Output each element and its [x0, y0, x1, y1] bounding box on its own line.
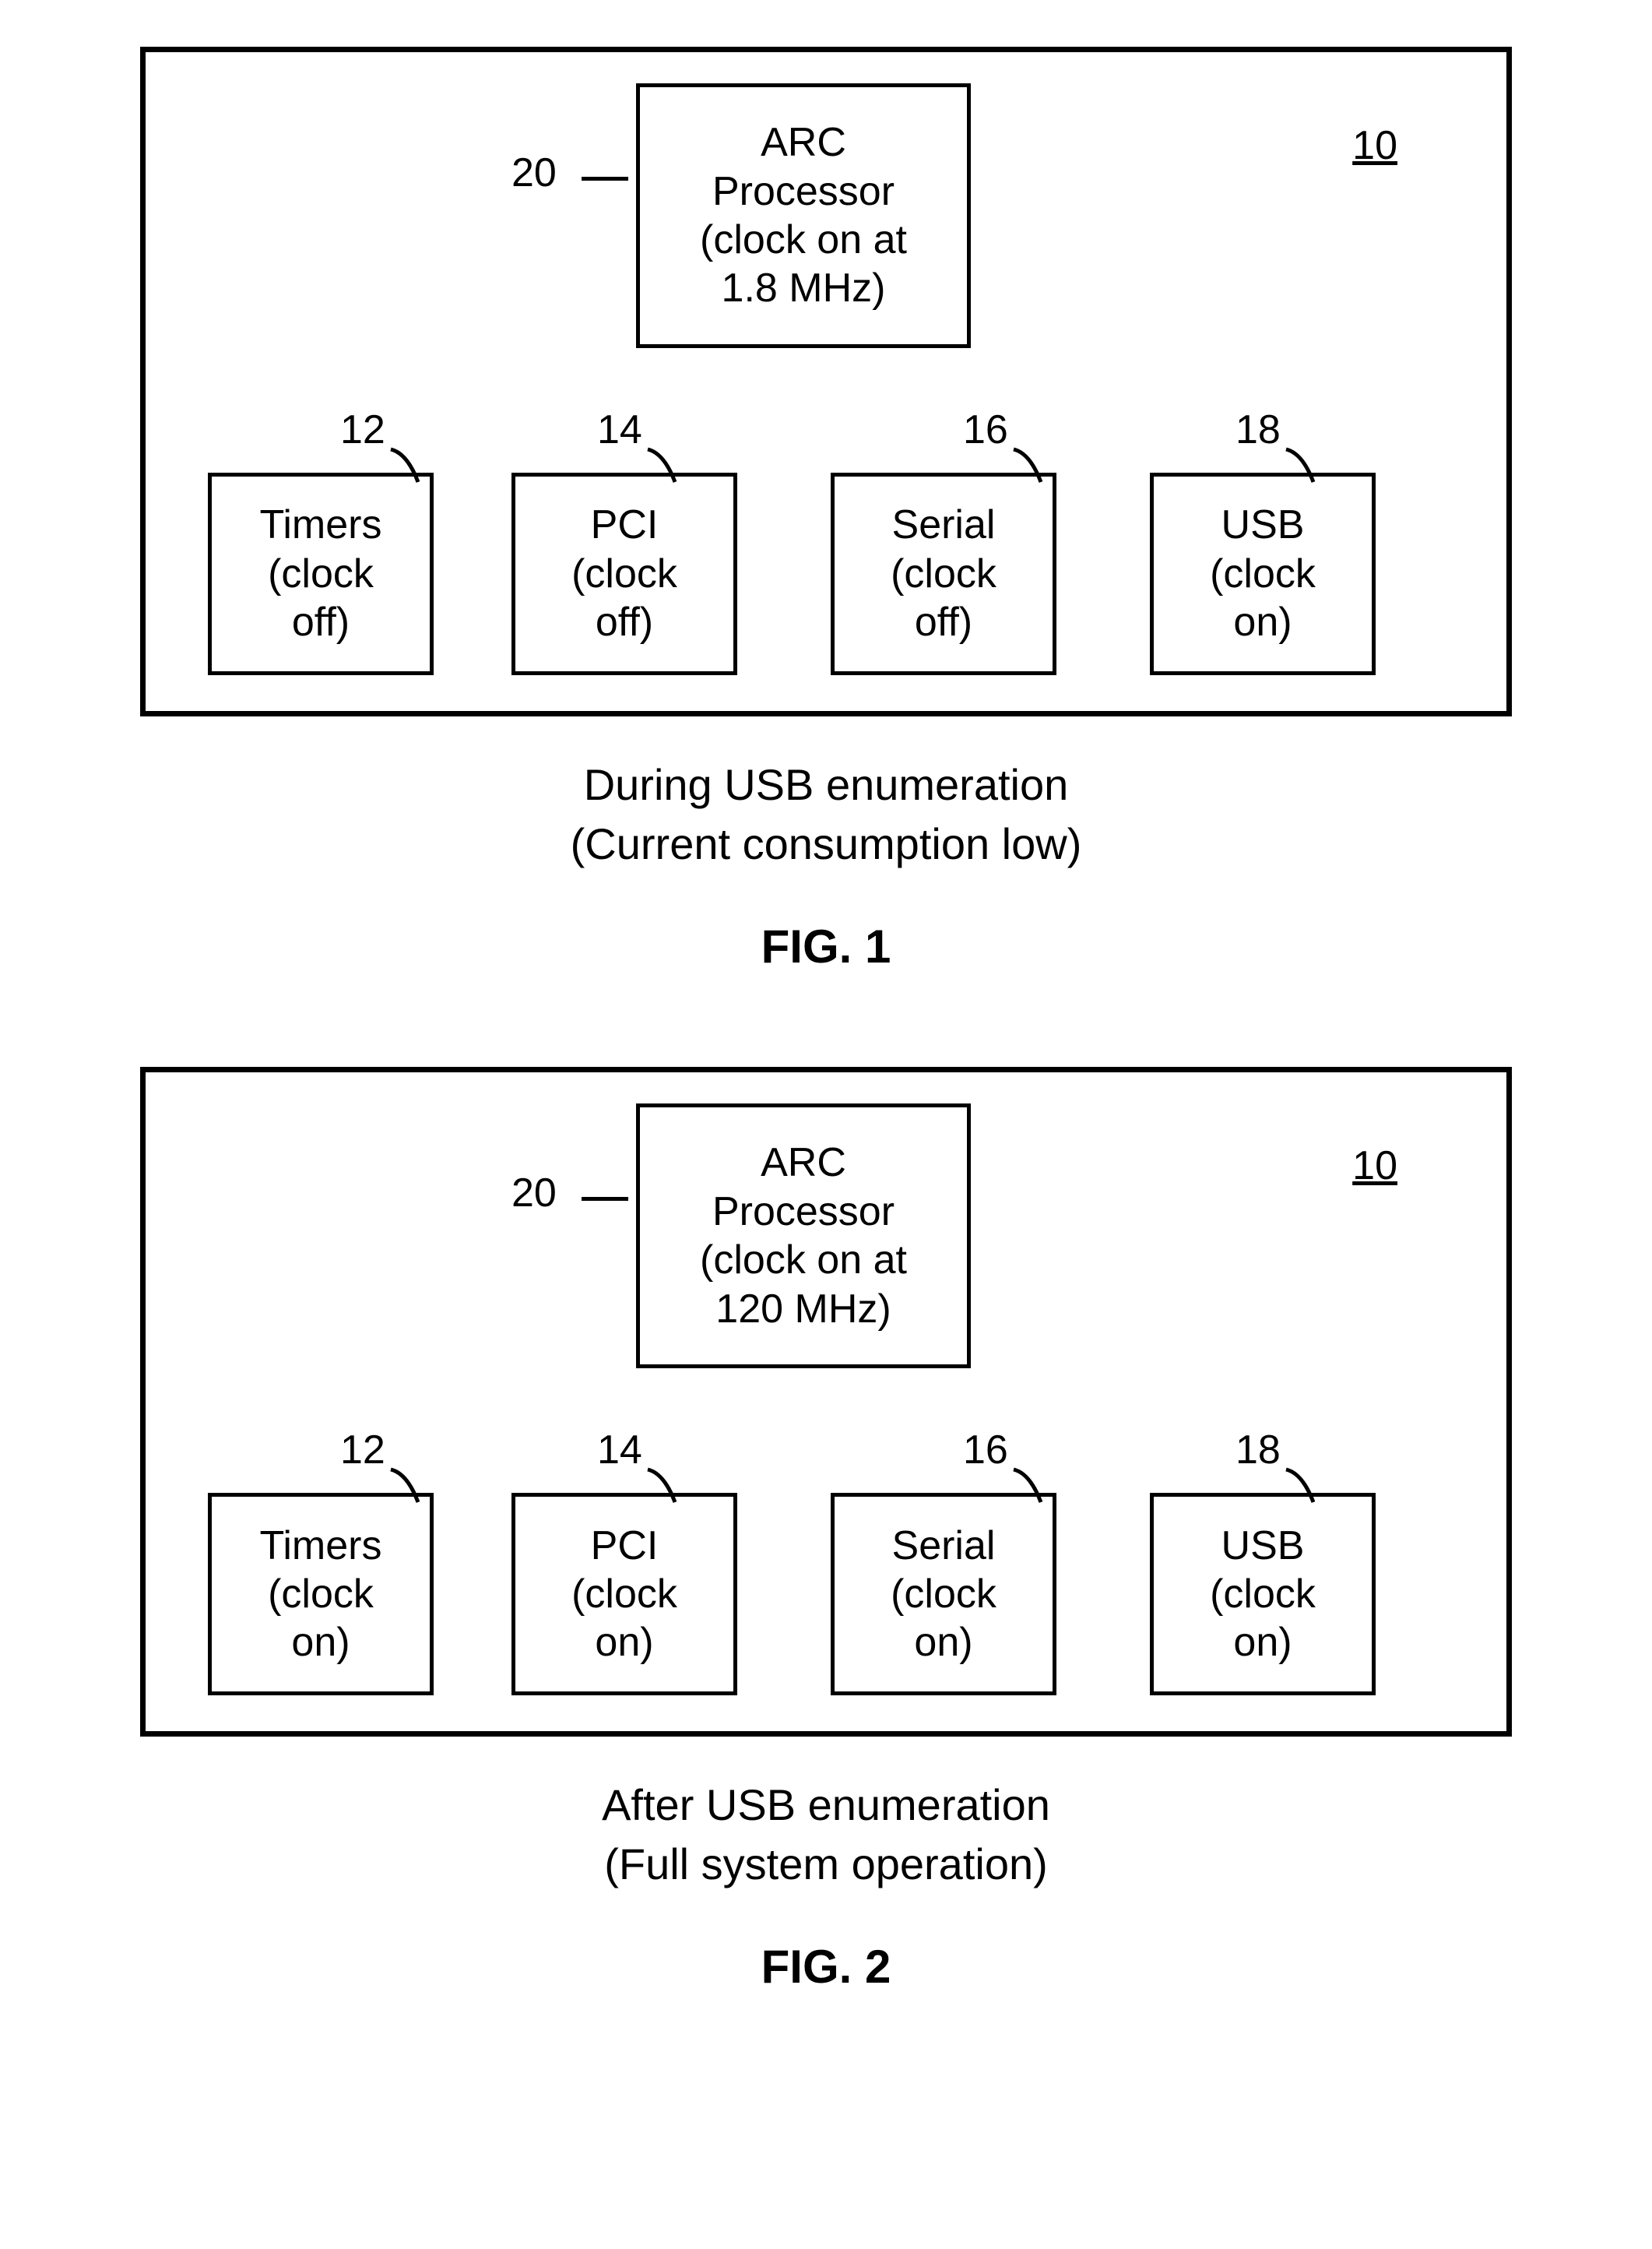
usb-box: USB (clock on)	[1150, 473, 1376, 675]
b1-l1: Timers	[260, 501, 382, 549]
caption-2-l1: After USB enumeration	[140, 1776, 1512, 1835]
b4-l1: USB	[1221, 501, 1305, 549]
b24-l2: (clock	[1210, 1570, 1316, 1618]
caption-2: After USB enumeration (Full system opera…	[140, 1776, 1512, 1893]
proc-l3: (clock on at	[700, 216, 907, 264]
proc2-l3: (clock on at	[700, 1236, 907, 1284]
fig-label-2: FIG. 2	[140, 1940, 1512, 1994]
serial-box: Serial (clock off)	[831, 473, 1056, 675]
pci-box-2: PCI (clock on)	[511, 1493, 737, 1695]
b4-l2: (clock	[1210, 550, 1316, 598]
processor-box-2: ARC Processor (clock on at 120 MHz)	[636, 1103, 971, 1368]
b23-l3: on)	[914, 1618, 972, 1667]
page: 10 ARC Processor (clock on at 1.8 MHz) 2…	[0, 0, 1652, 2249]
b1-l2: (clock	[268, 550, 374, 598]
ref-b21: 12	[340, 1427, 385, 1473]
lead-line-icon	[582, 1197, 628, 1201]
proc2-l1: ARC	[761, 1139, 846, 1187]
b22-l2: (clock	[571, 1570, 677, 1618]
b3-l1: Serial	[892, 501, 996, 549]
proc-l2: Processor	[712, 167, 895, 216]
lead-line-icon	[582, 177, 628, 181]
ref-main: 10	[1352, 122, 1397, 169]
diagram-frame-2: 10 ARC Processor (clock on at 120 MHz) 2…	[140, 1067, 1512, 1737]
caption-1: During USB enumeration (Current consumpt…	[140, 755, 1512, 873]
caption-1-l1: During USB enumeration	[140, 755, 1512, 815]
b24-l1: USB	[1221, 1522, 1305, 1570]
b21-l1: Timers	[260, 1522, 382, 1570]
proc2-l2: Processor	[712, 1188, 895, 1236]
ref-main-2: 10	[1352, 1142, 1397, 1189]
b3-l2: (clock	[891, 550, 996, 598]
b2-l1: PCI	[591, 501, 659, 549]
figure-2: 10 ARC Processor (clock on at 120 MHz) 2…	[140, 1067, 1512, 1994]
b24-l3: on)	[1233, 1618, 1292, 1667]
b22-l1: PCI	[591, 1522, 659, 1570]
b23-l2: (clock	[891, 1570, 996, 1618]
ref-b4: 18	[1235, 407, 1281, 453]
fig-label-1: FIG. 1	[140, 920, 1512, 973]
b3-l3: off)	[915, 598, 972, 646]
ref-b1: 12	[340, 407, 385, 453]
timers-box: Timers (clock off)	[208, 473, 434, 675]
proc2-l4: 120 MHz)	[715, 1285, 891, 1333]
b4-l3: on)	[1233, 598, 1292, 646]
b2-l2: (clock	[571, 550, 677, 598]
proc-l4: 1.8 MHz)	[722, 264, 886, 312]
b1-l3: off)	[292, 598, 350, 646]
usb-box-2: USB (clock on)	[1150, 1493, 1376, 1695]
diagram-frame-1: 10 ARC Processor (clock on at 1.8 MHz) 2…	[140, 47, 1512, 716]
b21-l2: (clock	[268, 1570, 374, 1618]
b2-l3: off)	[596, 598, 653, 646]
b22-l3: on)	[595, 1618, 653, 1667]
ref-b3: 16	[963, 407, 1008, 453]
ref-proc: 20	[511, 150, 557, 196]
b21-l3: on)	[291, 1618, 350, 1667]
serial-box-2: Serial (clock on)	[831, 1493, 1056, 1695]
ref-b22: 14	[597, 1427, 642, 1473]
caption-2-l2: (Full system operation)	[140, 1835, 1512, 1894]
caption-1-l2: (Current consumption low)	[140, 815, 1512, 874]
ref-b2: 14	[597, 407, 642, 453]
figure-1: 10 ARC Processor (clock on at 1.8 MHz) 2…	[140, 47, 1512, 973]
pci-box: PCI (clock off)	[511, 473, 737, 675]
ref-b23: 16	[963, 1427, 1008, 1473]
processor-box: ARC Processor (clock on at 1.8 MHz)	[636, 83, 971, 348]
timers-box-2: Timers (clock on)	[208, 1493, 434, 1695]
ref-proc-2: 20	[511, 1170, 557, 1216]
ref-b24: 18	[1235, 1427, 1281, 1473]
b23-l1: Serial	[892, 1522, 996, 1570]
proc-l1: ARC	[761, 118, 846, 167]
